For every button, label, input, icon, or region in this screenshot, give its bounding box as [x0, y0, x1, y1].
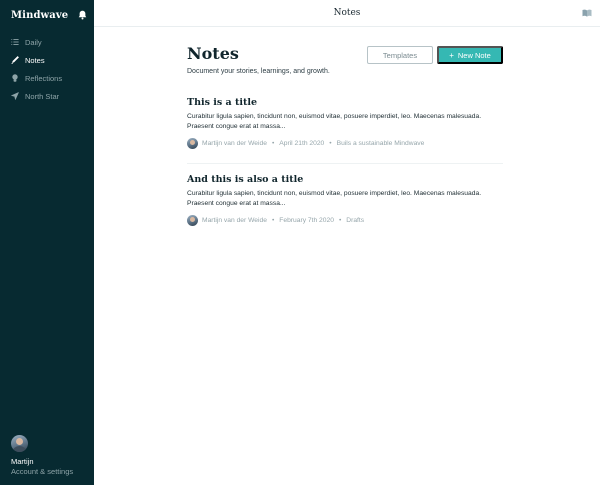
account-settings-link[interactable]: Account & settings [11, 467, 91, 477]
note-excerpt: Curabitur ligula sapien, tincidunt non, … [187, 113, 482, 130]
bell-icon[interactable] [78, 10, 87, 20]
sidebar-item-north-star[interactable]: North Star [0, 87, 94, 105]
sidebar-item-daily[interactable]: Daily [0, 33, 94, 51]
sidebar-item-label: Reflections [25, 73, 63, 83]
sidebar-nav: Daily Notes Reflections North Star [0, 33, 94, 105]
note-date: February 7th 2020 [279, 217, 334, 224]
separator-dot: • [329, 140, 332, 147]
sidebar-item-reflections[interactable]: Reflections [0, 69, 94, 87]
note-meta: Martijn van der Weide • February 7th 202… [187, 215, 503, 226]
plus-icon: + [449, 50, 454, 60]
note-tag[interactable]: Drafts [346, 217, 364, 224]
note-date: April 21th 2020 [279, 140, 325, 147]
note-author: Martijn van der Weide [202, 140, 267, 147]
top-bar: Notes [94, 0, 600, 27]
sidebar-item-label: Notes [25, 55, 45, 65]
sidebar-item-label: North Star [25, 91, 60, 101]
list-item[interactable]: This is a title Curabitur ligula sapien,… [187, 97, 503, 163]
new-note-label: New Note [457, 50, 491, 60]
account-settings[interactable]: Martijn Account & settings [11, 435, 91, 477]
sidebar-item-notes[interactable]: Notes [0, 51, 94, 69]
separator-dot: • [271, 217, 275, 224]
note-excerpt: Curabitur ligula sapien, tincidunt non, … [187, 190, 482, 207]
separator-dot: • [338, 217, 342, 224]
list-item[interactable]: And this is also a title Curabitur ligul… [187, 163, 503, 240]
sidebar-item-label: Daily [25, 37, 42, 47]
page-header-title: Notes [333, 8, 361, 18]
new-note-button[interactable]: + New Note [437, 46, 503, 64]
brand-row: Mindwave [11, 8, 87, 22]
note-author: Martijn van der Weide [202, 217, 267, 224]
avatar[interactable] [11, 435, 28, 452]
account-name: Martijn [11, 457, 34, 466]
note-title[interactable]: This is a title [187, 97, 503, 109]
avatar [187, 138, 198, 149]
note-title[interactable]: And this is also a title [187, 174, 503, 186]
sidebar: Mindwave Daily Notes Reflections North S… [0, 0, 94, 485]
navigation-arrow-icon [11, 92, 19, 100]
page-subtitle: Document your stories, learnings, and gr… [187, 68, 330, 75]
note-meta: Martijn van der Weide • April 21th 2020 … [187, 138, 503, 149]
avatar [187, 215, 198, 226]
templates-button[interactable]: Templates [367, 46, 433, 64]
notes-list: This is a title Curabitur ligula sapien,… [187, 97, 503, 240]
notes-header: Notes Document your stories, learnings, … [187, 44, 503, 76]
separator-dot: • [271, 140, 275, 147]
list-icon [11, 38, 19, 46]
note-tag[interactable]: Buils a sustainable Mindwave [337, 140, 425, 147]
pen-icon [11, 56, 19, 64]
lightbulb-icon [11, 74, 19, 82]
app-logo[interactable]: Mindwave [11, 10, 68, 21]
book-icon[interactable] [582, 9, 592, 17]
